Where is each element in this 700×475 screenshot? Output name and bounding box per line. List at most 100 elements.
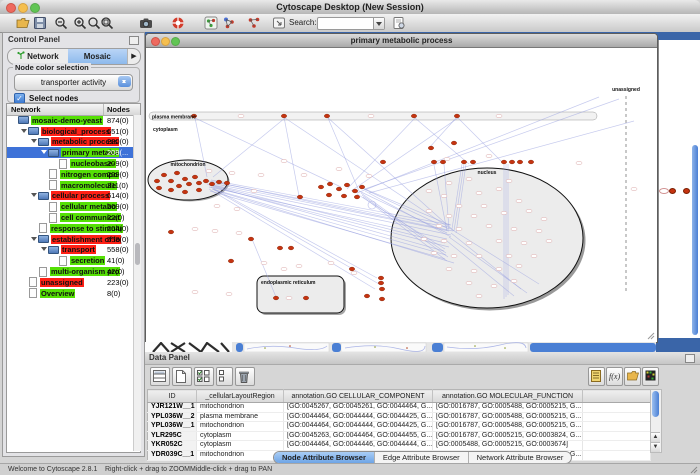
expand-arrow-icon[interactable]	[21, 129, 27, 136]
table-cell[interactable]: [GO:0016787, GO:0005215, GO:0003824, G..…	[433, 431, 583, 441]
scroll-down-arrow[interactable]: ▼	[651, 442, 660, 452]
import-attributes-button[interactable]	[588, 367, 605, 386]
table-cell[interactable]: [GO:0045267, GO:0045261, GO:0044464, G..…	[284, 403, 433, 413]
tree-row[interactable]: transport558(0)	[7, 245, 133, 256]
tree-row[interactable]: primary metabo209(...	[7, 147, 133, 158]
table-cell[interactable]: cytoplasm	[197, 441, 284, 451]
network-window-titlebar[interactable]: primary metabolic process	[146, 34, 657, 48]
table-cell[interactable]: [GO:0016787, GO:0005488, GO:0005215, G..…	[433, 403, 583, 413]
unassigned-node[interactable]	[683, 188, 690, 194]
delete-attribute-button[interactable]	[235, 367, 255, 386]
table-cell[interactable]: YLR295C	[148, 431, 197, 441]
table-cell[interactable]: [GO:0016787, GO:0005488, GO:0005215, G..…	[433, 422, 583, 432]
table-cell[interactable]	[583, 403, 651, 413]
table-row[interactable]: YKR052Ccytoplasm[GO:0044464, GO:0044446,…	[148, 441, 651, 451]
tab-overflow-arrow[interactable]: ▶	[127, 49, 140, 64]
open-attribute-file-button[interactable]	[624, 367, 641, 386]
table-cell[interactable]: [GO:0044464, GO:0044446, GO:0044444, G..…	[284, 441, 433, 451]
table-cell[interactable]	[583, 450, 651, 460]
tab-edge-attribute-browser[interactable]: Edge Attribute Browser	[375, 452, 469, 463]
window-resize-grip[interactable]	[690, 466, 698, 474]
network-close-button[interactable]	[151, 37, 160, 46]
table-cell[interactable]	[583, 412, 651, 422]
attribute-table-header-row[interactable]: ID _cellularLayoutRegion annotation.GO C…	[148, 390, 651, 403]
float-panel-icon[interactable]	[129, 36, 139, 45]
filter-icon[interactable]	[247, 16, 261, 30]
table-cell[interactable]: [GO:0005488, GO:0005215, GO:0003674]	[433, 441, 583, 451]
network-canvas[interactable]: plasma membranecytoplasmmitochondrionnuc…	[147, 47, 656, 341]
table-row[interactable]: YPL036W__1mitochondrion[GO:0044464, GO:0…	[148, 422, 651, 432]
unassigned-node[interactable]	[669, 188, 676, 194]
tree-row[interactable]: macromolecule311(0)	[7, 180, 133, 191]
tree-row[interactable]: response to stimulu264(0)	[7, 223, 133, 234]
expand-arrow-icon[interactable]	[31, 237, 37, 244]
tree-row[interactable]: establishment of lo558(0)	[7, 234, 133, 245]
network-minimize-button[interactable]	[161, 37, 170, 46]
attribute-table[interactable]: ID _cellularLayoutRegion annotation.GO C…	[147, 389, 651, 461]
annotation-icon[interactable]	[272, 16, 286, 30]
background-scrollbar-thumb[interactable]	[530, 343, 656, 352]
table-cell[interactable]	[583, 441, 651, 451]
table-scrollbar-thumb[interactable]	[652, 391, 659, 417]
background-scrollbar-thumb[interactable]	[432, 343, 443, 352]
tree-row[interactable]: nitrogen compo209(0)	[7, 169, 133, 180]
table-cell[interactable]: mitochondrion	[197, 422, 284, 432]
advanced-search-icon[interactable]	[392, 16, 406, 30]
network-overview-icon[interactable]	[204, 16, 218, 30]
table-cell[interactable]: [GO:0044464, GO:0044444, GO:0044425, G..…	[284, 412, 433, 422]
table-cell[interactable]: cytoplasm	[197, 431, 284, 441]
tree-scrollbar-thumb[interactable]	[135, 243, 140, 265]
tab-network[interactable]: Network	[8, 49, 68, 64]
tree-row[interactable]: nucleobase-209(0)	[7, 158, 133, 169]
minimize-button[interactable]	[18, 3, 28, 13]
zoom-in-icon[interactable]	[73, 16, 87, 30]
tree-scrollbar[interactable]	[133, 115, 141, 451]
snapshot-camera-icon[interactable]	[139, 16, 153, 30]
background-scrollbar-thumb[interactable]	[332, 343, 341, 352]
tree-row[interactable]: metabolic process280(0)	[7, 137, 133, 148]
tree-row[interactable]: Overview8(0)	[7, 288, 133, 299]
tree-row[interactable]: biological_process651(0)	[7, 126, 133, 137]
expand-arrow-icon[interactable]	[41, 247, 47, 254]
table-row[interactable]: YJR121W__1mitochondrion[GO:0045267, GO:0…	[148, 403, 651, 413]
table-cell[interactable]: [GO:0044464, GO:0044444, GO:0044425, G..…	[284, 422, 433, 432]
network-view-window[interactable]: primary metabolic process plasma membran…	[145, 33, 658, 343]
network-zoom-button[interactable]	[171, 37, 180, 46]
tree-row[interactable]: secretion41(0)	[7, 255, 133, 266]
table-row[interactable]: YPL036W__2plasma membrane[GO:0044464, GO…	[148, 412, 651, 422]
heatmap-view-button[interactable]	[642, 367, 659, 386]
unselect-attributes-button[interactable]	[216, 367, 233, 386]
table-cell[interactable]: YJR121W__1	[148, 403, 197, 413]
save-session-icon[interactable]	[33, 16, 47, 30]
vizmapper-icon[interactable]	[222, 16, 236, 30]
tree-row[interactable]: unassigned223(0)	[7, 277, 133, 288]
tree-row[interactable]: cellular metabo209(0)	[7, 201, 133, 212]
create-attribute-button[interactable]	[172, 367, 192, 386]
tab-mosaic[interactable]: Mosaic	[68, 49, 128, 64]
table-cell[interactable]	[583, 422, 651, 432]
table-row[interactable]: YLR295Ccytoplasm[GO:0045263, GO:0044464,…	[148, 431, 651, 441]
table-cell[interactable]: YKR052C	[148, 441, 197, 451]
node-color-dropdown[interactable]: transporter activity	[14, 74, 133, 91]
formula-builder-button[interactable]: f(x)	[606, 367, 623, 386]
tree-row[interactable]: multi-organism pro42(0)	[7, 266, 133, 277]
background-network-window[interactable]	[658, 40, 700, 338]
select-attribute-checkboxes-button[interactable]	[194, 367, 214, 386]
close-button[interactable]	[6, 3, 16, 13]
tree-row[interactable]: cell communicat22(0)	[7, 212, 133, 223]
expand-arrow-icon[interactable]	[41, 150, 47, 157]
background-vertical-scrollbar-thumb[interactable]	[692, 145, 698, 335]
float-panel-icon[interactable]	[685, 354, 695, 363]
network-resize-grip[interactable]	[647, 332, 655, 340]
tree-row[interactable]: mosaic-demo-yeast874(0)	[7, 115, 133, 126]
zoom-fit-icon[interactable]	[100, 16, 114, 30]
table-cell[interactable]: mitochondrion	[197, 403, 284, 413]
window-titlebar[interactable]: Cytoscape Desktop (New Session)	[0, 0, 700, 15]
search-dropdown-arrow[interactable]	[373, 18, 384, 29]
zoom-out-icon[interactable]	[54, 16, 68, 30]
zoom-selected-icon[interactable]	[87, 16, 101, 30]
table-cell[interactable]: YPL036W__1	[148, 422, 197, 432]
zoom-button[interactable]	[30, 3, 40, 13]
select-nodes-checkbox[interactable]: ✓ Select nodes	[14, 93, 78, 103]
tab-node-attribute-browser[interactable]: Node Attribute Browser	[274, 452, 375, 463]
